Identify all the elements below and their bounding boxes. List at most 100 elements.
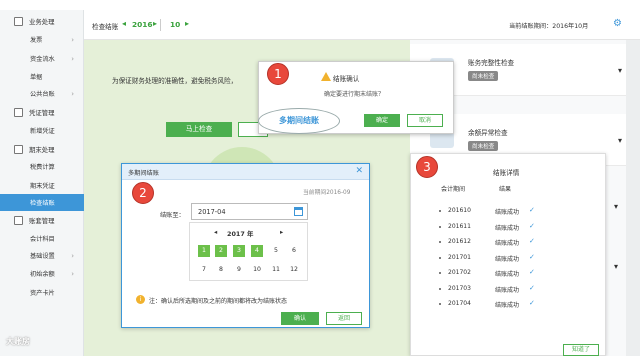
chevron-right-icon: ›	[71, 251, 74, 260]
close-to-field[interactable]: 2017-04	[191, 203, 308, 220]
month-value[interactable]: 10	[170, 20, 180, 29]
dialog-title: 结账确认	[333, 75, 360, 83]
module-icon	[14, 108, 23, 117]
check-icon: ✓	[529, 206, 535, 214]
sidebar-item-label: 资金流水	[30, 56, 55, 63]
status-badge: 尚未检查	[468, 141, 499, 151]
result-cell: 结账成功	[495, 302, 520, 309]
gear-icon[interactable]: ⚙	[613, 18, 622, 29]
back-button[interactable]: 返回	[326, 312, 362, 325]
period-cell: 201610	[448, 207, 471, 214]
sidebar-item-label: 凭证管理	[29, 109, 55, 117]
sidebar-item-label: 发票	[30, 37, 43, 44]
chevron-right-icon: ›	[71, 54, 74, 63]
sidebar-item[interactable]: 公共台账 ›	[0, 85, 84, 102]
month-cell[interactable]: 6	[288, 245, 300, 257]
year-prev-icon[interactable]: ◂	[122, 19, 126, 28]
sidebar: 业务处理 发票 › 资金流水 › 单据 公共台账 › 凭证管理 新增凭证 期末处理 税费计算 期末凭证检…	[0, 10, 84, 356]
period-cell: 201611	[448, 222, 471, 230]
module-icon	[14, 145, 23, 154]
bullet-icon	[439, 272, 441, 274]
close-to-value: 2017-04	[198, 208, 226, 216]
chevron-down-icon[interactable]: ▾	[618, 66, 622, 75]
multi-period-close-link[interactable]: 多期间结账	[258, 108, 340, 134]
table-row: 201704 结账成功 ✓	[411, 297, 607, 312]
sidebar-item-label: 基础设置	[30, 253, 55, 260]
sidebar-item[interactable]: 期末凭证	[0, 177, 84, 194]
confirm-button[interactable]: 确定	[364, 114, 400, 127]
current-period-label: 当前结账期间：2016年10月	[509, 23, 589, 30]
bullet-icon	[439, 303, 441, 305]
dialog-header: 多期间结账 ✕	[122, 164, 369, 180]
cancel-button[interactable]: 取消	[407, 114, 443, 127]
sidebar-group[interactable]: 业务处理	[0, 13, 84, 30]
sidebar-item[interactable]: 税费计算	[0, 158, 84, 175]
sidebar-item[interactable]: 资产卡片	[0, 284, 84, 301]
sidebar-item[interactable]: 基础设置 ›	[0, 247, 84, 264]
check-now-button[interactable]: 马上检查	[166, 122, 232, 137]
sidebar-item-label: 新增凭证	[30, 128, 55, 135]
column-header-period: 会计期间	[441, 186, 466, 193]
month-cell[interactable]: 3	[233, 245, 245, 257]
sidebar-item[interactable]: 单据	[0, 68, 84, 85]
sidebar-item-label: 税费计算	[30, 164, 55, 171]
sidebar-item-label: 检查结账	[30, 200, 55, 207]
intro-text: 为保证财务处理的准确性，避免税务风险，	[112, 77, 238, 85]
close-icon[interactable]: ✕	[355, 166, 363, 176]
got-it-button[interactable]: 知道了	[563, 344, 599, 356]
month-cell[interactable]: 9	[233, 264, 245, 276]
sidebar-item-label: 初始余额	[30, 271, 55, 278]
sidebar-item[interactable]: 发票 ›	[0, 31, 84, 48]
close-to-label: 结账至：	[160, 212, 185, 219]
next-year-icon[interactable]: ▸	[280, 228, 283, 236]
sidebar-item[interactable]: 初始余额 ›	[0, 265, 84, 282]
year-next-icon[interactable]: ▸	[153, 19, 157, 28]
month-cell[interactable]: 12	[288, 264, 300, 276]
sidebar-item-label: 期末处理	[29, 146, 55, 154]
note-text: 注：确认后所选期间及之前的期间都将改为结账状态	[149, 298, 288, 305]
dialog-title: 多期间结账	[128, 170, 159, 177]
result-cell: 结账成功	[495, 209, 520, 216]
check-icon: ✓	[529, 268, 535, 276]
warning-icon	[321, 72, 331, 81]
sidebar-item[interactable]: 新增凭证	[0, 122, 84, 139]
month-cell[interactable]: 1	[198, 245, 210, 257]
watermark: 大账房	[6, 337, 30, 346]
confirm-button[interactable]: 确认	[281, 312, 319, 325]
sidebar-item[interactable]: 会计科目	[0, 230, 84, 247]
month-next-icon[interactable]: ▸	[185, 19, 189, 28]
month-cell[interactable]: 2	[215, 245, 227, 257]
month-cell[interactable]: 5	[270, 245, 282, 257]
result-cell: 结账成功	[495, 224, 520, 232]
chevron-down-icon[interactable]: ▾	[618, 136, 622, 145]
chevron-down-icon[interactable]: ▾	[614, 262, 618, 271]
bullet-icon	[439, 287, 441, 290]
scrollbar[interactable]	[626, 40, 640, 356]
calendar-icon[interactable]	[294, 207, 303, 216]
check-icon: ✓	[529, 221, 535, 230]
status-badge: 尚未检查	[468, 71, 499, 81]
chevron-down-icon[interactable]: ▾	[614, 202, 618, 211]
prev-year-icon[interactable]: ◂	[214, 228, 217, 236]
sidebar-group[interactable]: 期末处理	[0, 141, 84, 158]
sidebar-item-label: 业务处理	[29, 18, 55, 26]
sidebar-item[interactable]: 检查结账	[0, 194, 84, 211]
result-cell: 结账成功	[495, 271, 520, 278]
sidebar-item-label: 公共台账	[30, 91, 55, 98]
top-bar: 检查结账 ◂ 2016 ▸ 10 ▸ 当前结账期间：2016年10月 ⚙	[84, 10, 640, 40]
month-cell[interactable]: 10	[251, 264, 263, 276]
sidebar-item[interactable]: 资金流水 ›	[0, 50, 84, 67]
dialog-title: 结账详情	[493, 169, 520, 177]
period-cell: 201701	[448, 253, 471, 261]
check-icon: ✓	[529, 299, 535, 307]
month-cell[interactable]: 4	[251, 245, 263, 257]
chevron-right-icon: ›	[71, 89, 74, 98]
month-cell[interactable]: 8	[215, 264, 227, 276]
current-period-label: 当前期间2016-09	[303, 190, 351, 196]
table-row: 201701 结账成功 ✓	[411, 251, 607, 266]
year-value[interactable]: 2016	[132, 20, 153, 29]
sidebar-group[interactable]: 凭证管理	[0, 104, 84, 121]
sidebar-group[interactable]: 账套管理	[0, 212, 84, 229]
month-cell[interactable]: 7	[198, 264, 210, 276]
month-cell[interactable]: 11	[270, 264, 282, 276]
